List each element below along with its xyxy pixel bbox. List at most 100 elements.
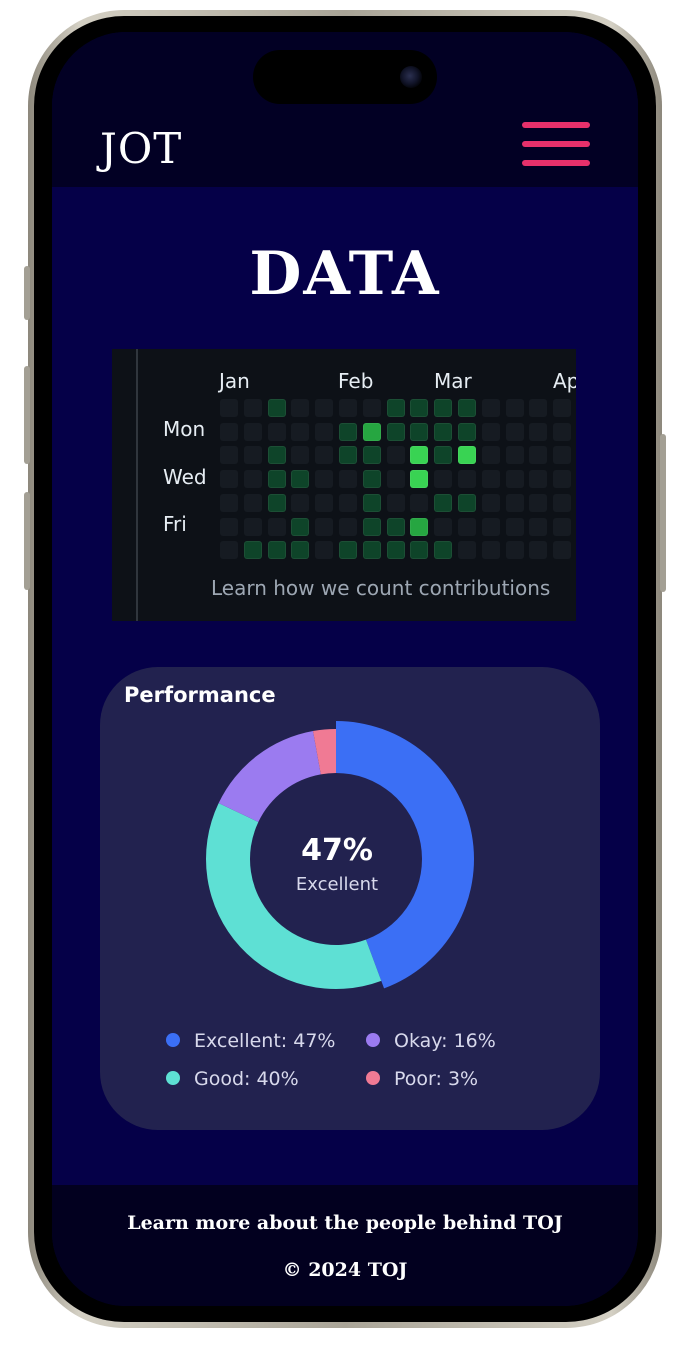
contribution-cell[interactable]: [434, 446, 453, 465]
contribution-cell[interactable]: [267, 446, 286, 465]
contribution-cell[interactable]: [362, 493, 381, 512]
contribution-cell[interactable]: [505, 541, 524, 560]
contribution-cell[interactable]: [291, 493, 310, 512]
contribution-cell[interactable]: [220, 541, 238, 560]
contribution-cell[interactable]: [481, 399, 500, 417]
contribution-cell[interactable]: [220, 446, 238, 465]
contribution-cell[interactable]: [362, 470, 381, 489]
contribution-cell[interactable]: [386, 470, 405, 489]
contribution-cell[interactable]: [529, 541, 548, 560]
contribution-cell[interactable]: [243, 517, 262, 536]
contribution-cell[interactable]: [481, 517, 500, 536]
contribution-cell[interactable]: [553, 399, 572, 417]
contribution-cell[interactable]: [553, 541, 572, 560]
contribution-cell[interactable]: [386, 517, 405, 536]
contribution-cell[interactable]: [220, 422, 238, 441]
contribution-cell[interactable]: [315, 446, 334, 465]
contribution-cell[interactable]: [362, 541, 381, 560]
contribution-cell[interactable]: [505, 470, 524, 489]
contribution-cell[interactable]: [505, 517, 524, 536]
contribution-cell[interactable]: [434, 470, 453, 489]
contribution-cell[interactable]: [434, 399, 453, 417]
contributions-help-link[interactable]: Learn how we count contributions: [211, 576, 550, 600]
contribution-cell[interactable]: [410, 446, 429, 465]
contribution-cell[interactable]: [553, 493, 572, 512]
contribution-cell[interactable]: [529, 470, 548, 489]
contribution-cell[interactable]: [529, 399, 548, 417]
contribution-cell[interactable]: [386, 399, 405, 417]
contribution-cell[interactable]: [339, 493, 357, 512]
contribution-cell[interactable]: [315, 541, 334, 560]
contribution-cell[interactable]: [243, 470, 262, 489]
contribution-cell[interactable]: [243, 541, 262, 560]
contribution-cell[interactable]: [458, 446, 476, 465]
contribution-cell[interactable]: [481, 422, 500, 441]
contribution-cell[interactable]: [267, 493, 286, 512]
contribution-cell[interactable]: [410, 399, 429, 417]
contribution-cell[interactable]: [553, 470, 572, 489]
about-link[interactable]: Learn more about the people behind TOJ: [52, 1212, 638, 1234]
contribution-cell[interactable]: [362, 422, 381, 441]
contribution-cell[interactable]: [434, 517, 453, 536]
contribution-cell[interactable]: [434, 493, 453, 512]
contribution-cell[interactable]: [410, 470, 429, 489]
contribution-cell[interactable]: [410, 517, 429, 536]
contribution-cell[interactable]: [291, 422, 310, 441]
contribution-cell[interactable]: [505, 399, 524, 417]
contribution-cell[interactable]: [315, 470, 334, 489]
contribution-cell[interactable]: [386, 446, 405, 465]
contribution-cell[interactable]: [505, 422, 524, 441]
contribution-cell[interactable]: [267, 517, 286, 536]
contribution-cell[interactable]: [267, 422, 286, 441]
contribution-cell[interactable]: [315, 517, 334, 536]
contribution-cell[interactable]: [243, 399, 262, 417]
contribution-cell[interactable]: [220, 470, 238, 489]
contribution-cell[interactable]: [267, 399, 286, 417]
contribution-cell[interactable]: [553, 422, 572, 441]
contribution-cell[interactable]: [339, 541, 357, 560]
contribution-cell[interactable]: [386, 541, 405, 560]
contribution-cell[interactable]: [267, 470, 286, 489]
contribution-cell[interactable]: [291, 446, 310, 465]
donut-slice-okay[interactable]: [218, 731, 321, 823]
contribution-cell[interactable]: [220, 493, 238, 512]
logo[interactable]: JOT: [100, 124, 182, 173]
contribution-cell[interactable]: [386, 493, 405, 512]
contribution-cell[interactable]: [362, 446, 381, 465]
contribution-cell[interactable]: [243, 493, 262, 512]
contribution-cell[interactable]: [362, 399, 381, 417]
contribution-cell[interactable]: [505, 493, 524, 512]
contribution-cell[interactable]: [267, 541, 286, 560]
contribution-cell[interactable]: [339, 399, 357, 417]
contribution-cell[interactable]: [220, 517, 238, 536]
contribution-cell[interactable]: [458, 541, 476, 560]
contribution-cell[interactable]: [553, 517, 572, 536]
contribution-cell[interactable]: [243, 446, 262, 465]
contribution-cell[interactable]: [243, 422, 262, 441]
contribution-cell[interactable]: [291, 399, 310, 417]
contribution-cell[interactable]: [505, 446, 524, 465]
contribution-cell[interactable]: [291, 541, 310, 560]
menu-button[interactable]: [522, 122, 592, 168]
contribution-cell[interactable]: [315, 493, 334, 512]
contribution-cell[interactable]: [410, 541, 429, 560]
contribution-cell[interactable]: [434, 541, 453, 560]
contribution-cell[interactable]: [458, 399, 476, 417]
contribution-cell[interactable]: [291, 470, 310, 489]
contribution-cell[interactable]: [339, 470, 357, 489]
contribution-cell[interactable]: [362, 517, 381, 536]
contribution-cell[interactable]: [315, 422, 334, 441]
contribution-cell[interactable]: [529, 446, 548, 465]
contribution-cell[interactable]: [458, 493, 476, 512]
contribution-cell[interactable]: [315, 399, 334, 417]
contribution-cell[interactable]: [529, 493, 548, 512]
contribution-cell[interactable]: [339, 517, 357, 536]
contribution-cell[interactable]: [458, 422, 476, 441]
contribution-cell[interactable]: [291, 517, 310, 536]
contribution-cell[interactable]: [481, 541, 500, 560]
contribution-cell[interactable]: [410, 422, 429, 441]
contribution-cell[interactable]: [434, 422, 453, 441]
donut-slice-good[interactable]: [205, 803, 382, 989]
contribution-cell[interactable]: [481, 446, 500, 465]
contribution-cell[interactable]: [220, 399, 238, 417]
